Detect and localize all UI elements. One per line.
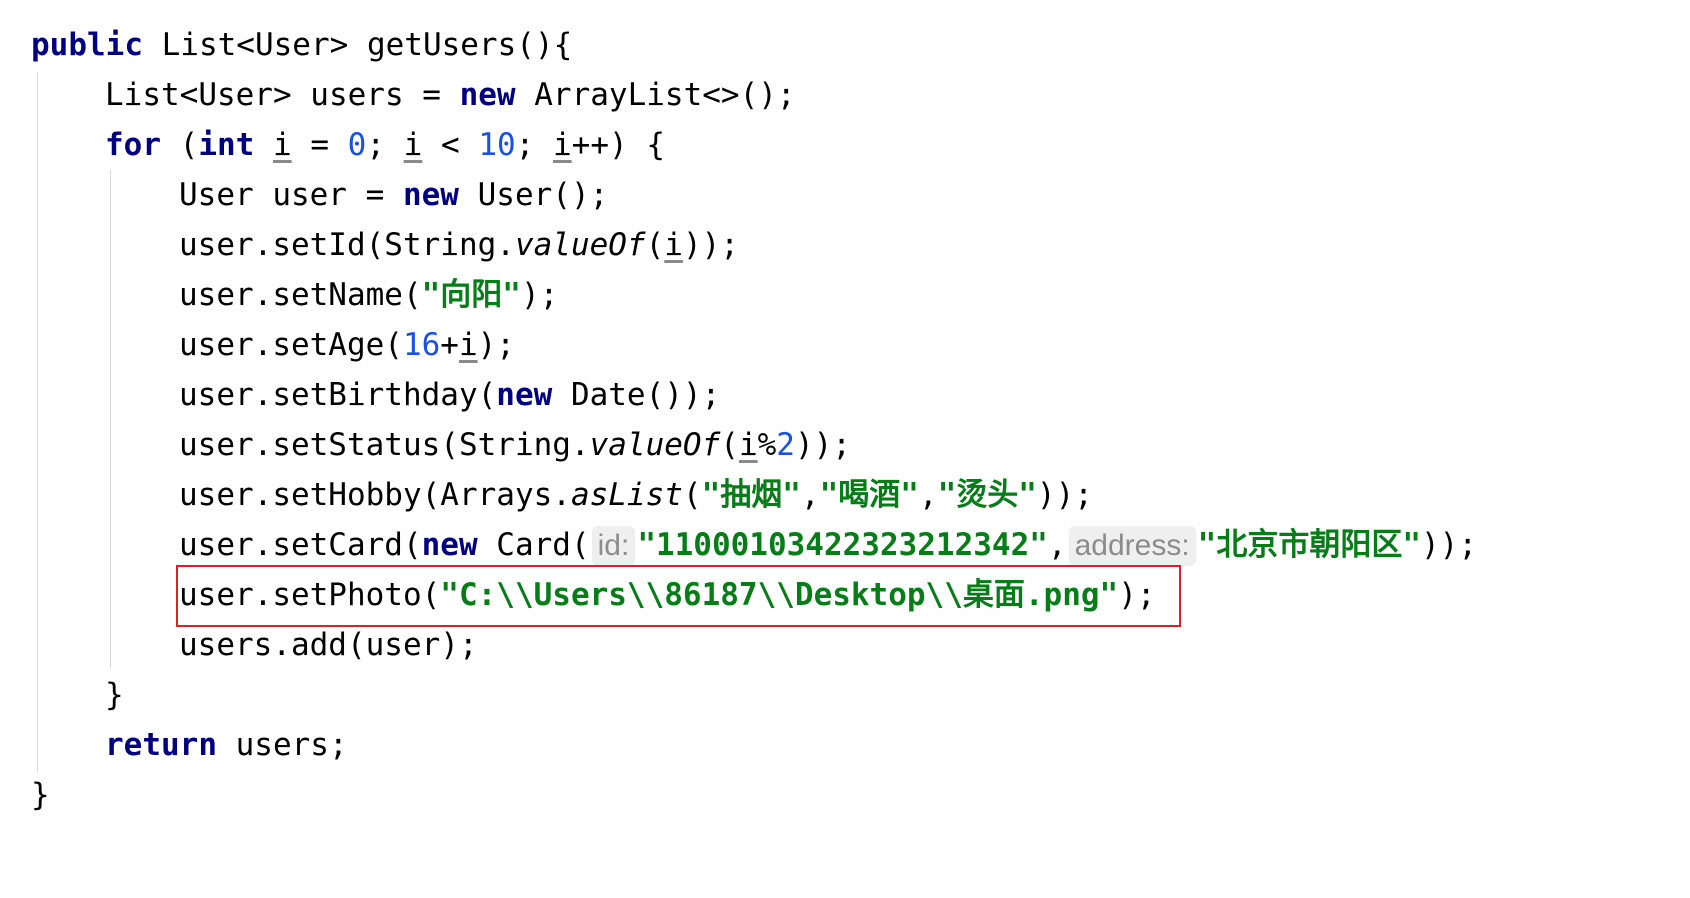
- code-line-7[interactable]: user.setAge(16+i);: [179, 320, 515, 370]
- code-line-1[interactable]: public List<User> getUsers(){: [31, 20, 572, 70]
- code-line-2[interactable]: List<User> users = new ArrayList<>();: [105, 70, 796, 120]
- parameter-hint-address: address:: [1068, 526, 1196, 566]
- indent-guide: [110, 170, 111, 668]
- parameter-hint-id: id:: [591, 526, 636, 566]
- code-editor[interactable]: public List<User> getUsers(){ List<User>…: [0, 0, 1690, 898]
- code-line-6[interactable]: user.setName("向阳");: [179, 270, 558, 320]
- code-line-8[interactable]: user.setBirthday(new Date());: [179, 370, 720, 420]
- code-line-5[interactable]: user.setId(String.valueOf(i));: [179, 220, 739, 270]
- code-line-15[interactable]: return users;: [105, 720, 348, 770]
- code-line-13[interactable]: users.add(user);: [179, 620, 478, 670]
- highlight-box: [176, 565, 1181, 627]
- code-line-9[interactable]: user.setStatus(String.valueOf(i%2));: [179, 420, 851, 470]
- code-line-3[interactable]: for (int i = 0; i < 10; i++) {: [105, 120, 665, 170]
- code-line-11[interactable]: user.setCard(new Card(id: "11000103422323…: [179, 520, 1477, 570]
- code-line-14[interactable]: }: [105, 670, 124, 720]
- code-line-10[interactable]: user.setHobby(Arrays.asList("抽烟","喝酒","烫…: [179, 470, 1093, 520]
- code-line-4[interactable]: User user = new User();: [179, 170, 608, 220]
- indent-guide: [37, 72, 38, 772]
- code-line-16[interactable]: }: [31, 770, 50, 820]
